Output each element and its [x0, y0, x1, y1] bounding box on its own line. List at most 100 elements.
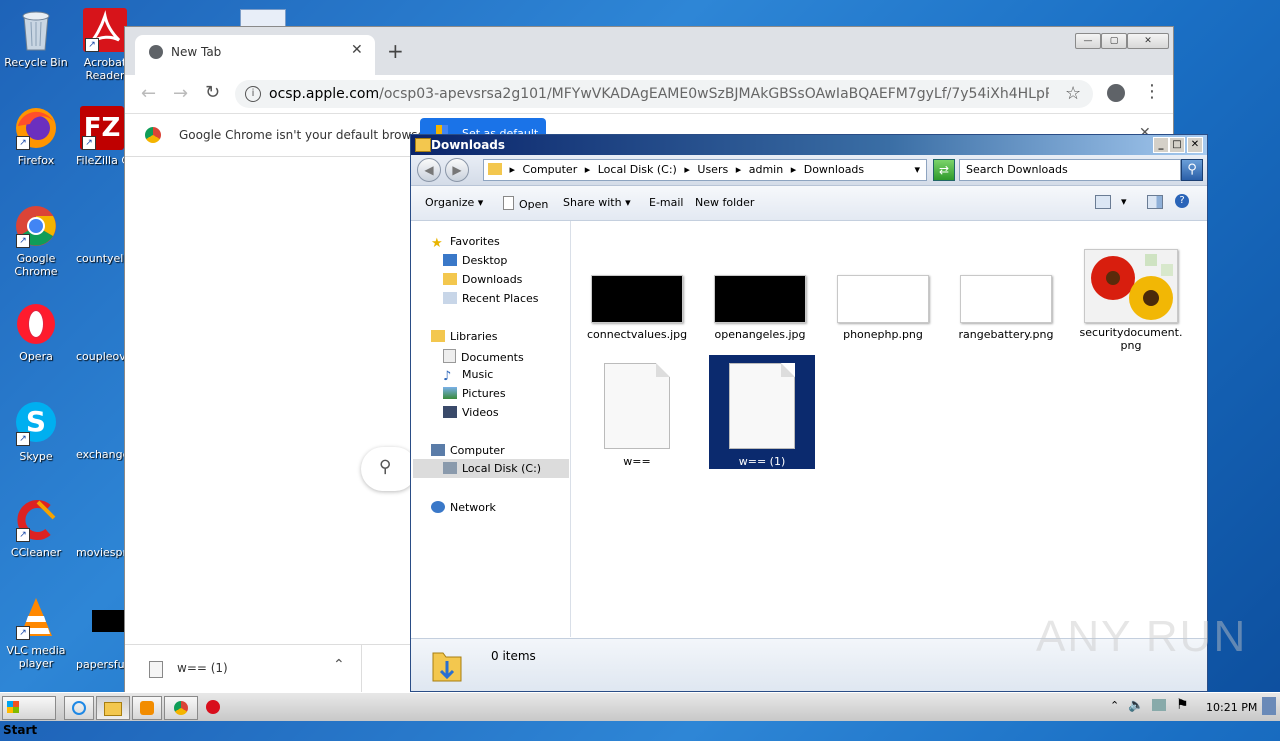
- desktop-icon-label: moviespro: [76, 546, 128, 559]
- desktop-icon-countyele[interactable]: countyele: [76, 204, 128, 265]
- breadcrumb[interactable]: ▸ Computer ▸ Local Disk (C:) ▸ Users ▸ a…: [483, 159, 927, 181]
- nav-documents[interactable]: Documents: [443, 349, 524, 364]
- back-icon[interactable]: ←: [141, 83, 156, 104]
- help-icon[interactable]: ?: [1175, 194, 1189, 208]
- star-icon[interactable]: ☆: [1065, 83, 1081, 104]
- desktop-icon-label: exchange: [76, 448, 128, 461]
- taskbar-media-player[interactable]: [132, 696, 162, 720]
- close-button[interactable]: ✕: [1187, 137, 1203, 153]
- nav-local-disk-selected[interactable]: Local Disk (C:): [413, 459, 569, 478]
- file-item[interactable]: securitydocument.png: [1079, 249, 1183, 352]
- desktop-icon-firefox[interactable]: ↗ Firefox: [1, 106, 71, 167]
- nav-computer[interactable]: Computer: [431, 444, 505, 457]
- profile-icon[interactable]: [1107, 84, 1125, 102]
- action-center-icon[interactable]: ⚑: [1176, 697, 1189, 713]
- file-item[interactable]: openangeles.jpg: [710, 275, 810, 341]
- forward-icon[interactable]: →: [173, 83, 188, 104]
- minimize-button[interactable]: —: [1075, 33, 1101, 49]
- back-button[interactable]: ◀: [417, 158, 441, 182]
- ntp-search-button[interactable]: ⚲: [361, 447, 417, 491]
- taskbar-chrome[interactable]: [164, 696, 198, 720]
- start-label: Start: [3, 723, 38, 737]
- refresh-icon[interactable]: ⇄: [933, 159, 955, 181]
- chevron-up-icon[interactable]: ⌃: [333, 657, 345, 673]
- new-tab-button[interactable]: +: [387, 39, 404, 63]
- nav-network[interactable]: Network: [431, 501, 496, 514]
- chevron-down-icon[interactable]: ▾: [914, 160, 920, 180]
- omnibox[interactable]: i ocsp.apple.com/ocsp03-apevsrsa2g101/MF…: [235, 80, 1093, 108]
- network-tray-icon[interactable]: [1152, 699, 1166, 711]
- desktop-icon-filezilla[interactable]: FZ ↗ FileZilla C: [76, 106, 128, 167]
- breadcrumb-item[interactable]: Users: [697, 163, 728, 176]
- nav-recent-places[interactable]: Recent Places: [443, 292, 539, 305]
- taskbar-explorer[interactable]: [96, 696, 130, 720]
- tab-new-tab[interactable]: New Tab ✕: [135, 35, 375, 75]
- taskbar-opera[interactable]: [206, 700, 220, 714]
- search-downloads-input[interactable]: Search Downloads: [959, 159, 1181, 181]
- desktop-icon-recycle-bin[interactable]: Recycle Bin: [1, 8, 71, 69]
- reload-icon[interactable]: ↻: [205, 82, 220, 103]
- star-icon: ★: [431, 236, 443, 251]
- desktop-icon-acrobat[interactable]: ↗ Acrobat Reader: [82, 8, 128, 82]
- file-name: phonephp.png: [843, 328, 923, 341]
- desktop-icon-opera[interactable]: Opera: [1, 302, 71, 363]
- taskbar: Start ⌃ 🔈 ⚑ 10:21 PM: [0, 692, 1280, 737]
- desktop-icon-papersfut[interactable]: papersfut: [76, 596, 128, 671]
- organize-button[interactable]: Organize ▾: [425, 196, 483, 209]
- file-item[interactable]: w==: [587, 363, 687, 468]
- desktop-icon-exchange[interactable]: exchange: [76, 400, 128, 461]
- minimize-button[interactable]: _: [1153, 137, 1169, 153]
- open-button[interactable]: Open: [503, 196, 548, 211]
- start-button[interactable]: Start: [2, 696, 56, 737]
- file-item[interactable]: phonephp.png: [833, 275, 933, 341]
- preview-pane-icon[interactable]: [1147, 195, 1163, 209]
- maximize-button[interactable]: ▢: [1101, 33, 1127, 49]
- view-options-icon[interactable]: [1095, 195, 1111, 209]
- nav-desktop[interactable]: Desktop: [443, 254, 507, 267]
- taskbar-ie[interactable]: [64, 696, 94, 720]
- file-item[interactable]: rangebattery.png: [956, 275, 1056, 341]
- desktop-icon-google-chrome[interactable]: ↗ Google Chrome: [1, 204, 71, 278]
- breadcrumb-item[interactable]: Downloads: [804, 163, 864, 176]
- close-tab-icon[interactable]: ✕: [351, 42, 363, 58]
- close-button[interactable]: ✕: [1127, 33, 1169, 49]
- nav-favorites[interactable]: ★ Favorites: [431, 235, 500, 251]
- nav-local-disk[interactable]: Local Disk (C:): [443, 462, 541, 475]
- ccleaner-icon: ↗: [14, 498, 58, 542]
- nav-downloads[interactable]: Downloads: [443, 273, 522, 286]
- forward-button[interactable]: ▶: [445, 158, 469, 182]
- breadcrumb-item[interactable]: Computer: [523, 163, 578, 176]
- new-folder-button[interactable]: New folder: [695, 196, 754, 209]
- chevron-up-icon[interactable]: ⌃: [1110, 699, 1119, 712]
- organize-label: Organize: [425, 196, 475, 209]
- desktop-icon-skype[interactable]: S ↗ Skype: [1, 400, 71, 463]
- file-item[interactable]: connectvalues.jpg: [587, 275, 687, 341]
- nav-label: Music: [462, 368, 494, 381]
- share-with-button[interactable]: Share with ▾: [563, 196, 631, 209]
- menu-icon[interactable]: ⋮: [1143, 81, 1161, 102]
- file-item-selected[interactable]: w== (1): [709, 355, 815, 469]
- breadcrumb-item[interactable]: admin: [749, 163, 783, 176]
- desktop-icon-moviespro[interactable]: moviespro: [76, 498, 128, 559]
- file-name: securitydocument.png: [1079, 326, 1183, 352]
- explorer-titlebar[interactable]: Downloads _ □ ✕: [411, 135, 1207, 155]
- show-desktop-button[interactable]: [1262, 697, 1276, 715]
- email-button[interactable]: E-mail: [649, 196, 684, 209]
- desktop-icon-ccleaner[interactable]: ↗ CCleaner: [1, 498, 71, 559]
- volume-icon[interactable]: 🔈: [1128, 698, 1144, 713]
- search-icon[interactable]: ⚲: [1181, 159, 1203, 181]
- info-icon[interactable]: i: [245, 86, 261, 102]
- chevron-down-icon[interactable]: ▾: [1121, 195, 1127, 208]
- nav-music[interactable]: ♪ Music: [443, 368, 494, 384]
- nav-pictures[interactable]: Pictures: [443, 387, 506, 400]
- folder-icon: [488, 163, 502, 175]
- nav-libraries[interactable]: Libraries: [431, 330, 498, 343]
- desktop-icon-coupleove[interactable]: coupleove: [76, 302, 128, 363]
- nav-videos[interactable]: Videos: [443, 406, 499, 419]
- breadcrumb-item[interactable]: Local Disk (C:): [598, 163, 677, 176]
- desktop-icon-label: papersfut: [76, 658, 128, 671]
- desktop-icon-label: FileZilla C: [76, 154, 128, 167]
- download-item[interactable]: w== (1) ⌃: [125, 645, 362, 693]
- maximize-button[interactable]: □: [1169, 137, 1185, 153]
- desktop-icon-vlc[interactable]: ↗ VLC media player: [1, 596, 71, 670]
